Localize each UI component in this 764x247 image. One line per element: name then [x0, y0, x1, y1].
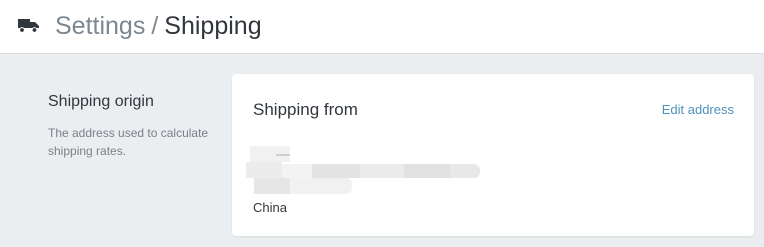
page-title: Shipping: [164, 12, 262, 40]
section-title: Shipping origin: [48, 93, 154, 110]
breadcrumb: Settings / Shipping: [55, 11, 262, 41]
address-country: China: [253, 200, 287, 215]
breadcrumb-separator: /: [151, 12, 159, 40]
redacted-address: [246, 146, 486, 196]
section-description: The address used to calculate shipping r…: [48, 126, 209, 158]
truck-icon: [18, 19, 39, 33]
page-header: Settings / Shipping: [0, 0, 764, 54]
breadcrumb-settings-link[interactable]: Settings: [55, 12, 145, 40]
section-info: Shipping origin The address used to calc…: [48, 92, 218, 160]
card-title: Shipping from: [253, 100, 358, 119]
edit-address-link[interactable]: Edit address: [662, 102, 734, 117]
shipping-from-card: Shipping from Edit address China: [232, 74, 754, 236]
